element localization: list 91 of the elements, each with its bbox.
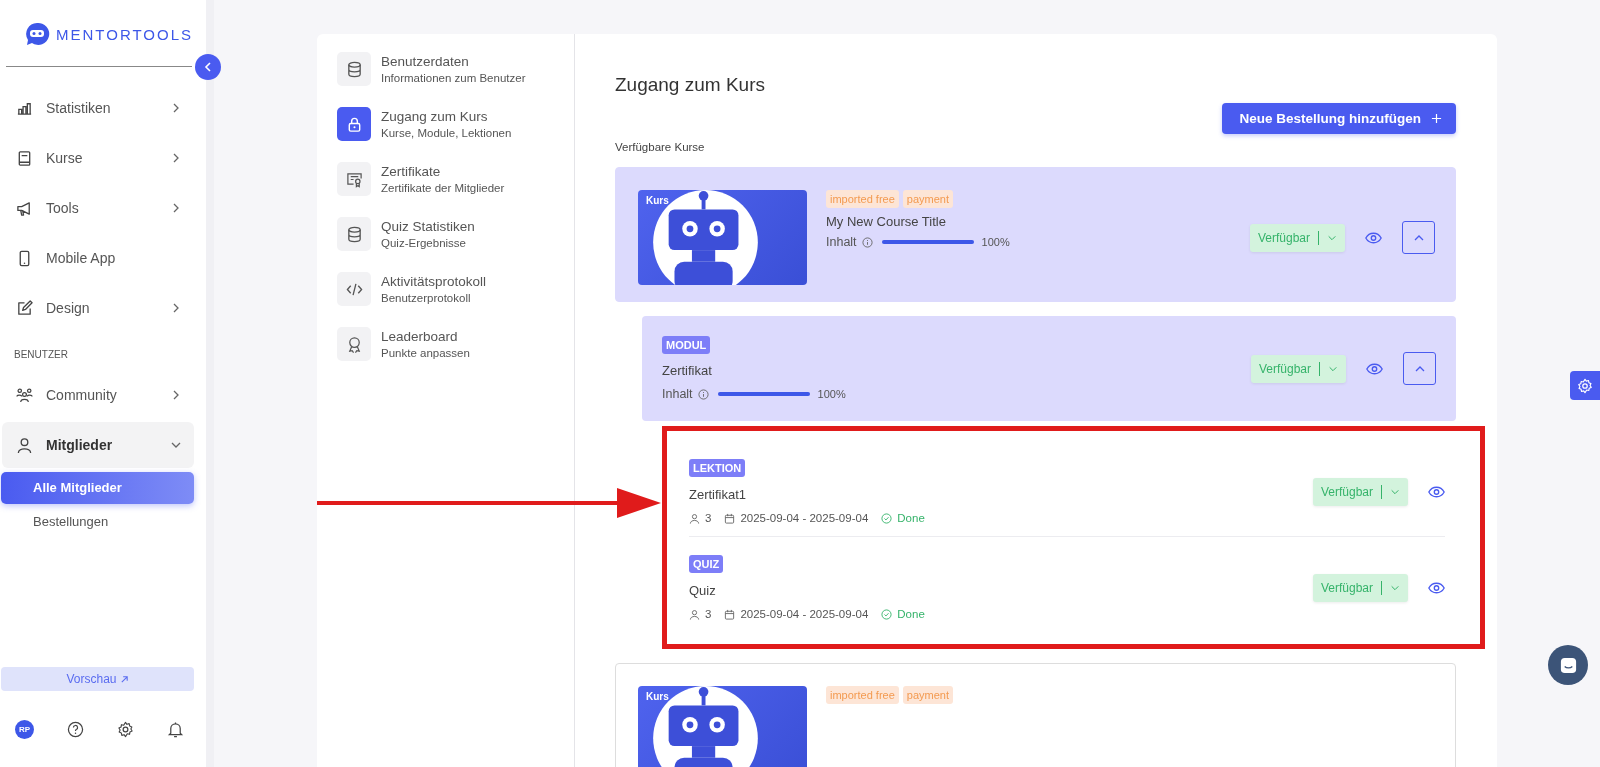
menu-item-subtitle: Quiz-Ergebnisse (381, 237, 467, 249)
chat-button[interactable] (1548, 645, 1588, 685)
sidebar-item[interactable]: Statistiken (2, 85, 194, 131)
submenu-item[interactable]: Alle Mitglieder (1, 472, 194, 504)
settings-button[interactable] (1570, 371, 1600, 400)
sidebar-item[interactable]: Kurse (2, 135, 194, 181)
participant-count: 3 (705, 608, 712, 620)
progress-label: Inhalt (826, 235, 857, 249)
member-menu-item[interactable]: Leaderboard Punkte anpassen (337, 327, 574, 361)
completion-status: Done (897, 608, 925, 620)
robot-logo-icon (24, 21, 50, 47)
tag: payment (902, 686, 953, 704)
section-title: Zugang zum Kurs (615, 74, 766, 96)
type-badge: MODUL (662, 336, 711, 354)
tag: imported free (826, 190, 899, 208)
check-circle-icon (881, 512, 893, 524)
settings-icon[interactable] (117, 720, 134, 738)
check-circle-icon (881, 608, 893, 620)
megaphone-icon (16, 199, 33, 217)
calendar-icon (724, 608, 736, 620)
book-icon (16, 149, 33, 167)
people-icon (16, 386, 33, 404)
sidebar-item[interactable]: Mobile App (2, 235, 194, 281)
menu-item-title: Quiz Statistiken (381, 219, 475, 234)
module-title: Zertifikat (662, 363, 712, 378)
sidebar-item[interactable]: Design (2, 285, 194, 331)
course-title: My New Course Title (826, 214, 947, 229)
type-badge: QUIZ (689, 555, 724, 573)
calendar-icon (724, 512, 736, 524)
menu-item-subtitle: Punkte anpassen (381, 347, 470, 359)
section-label: BENUTZER (13, 348, 69, 362)
member-menu-item[interactable]: Zertifikate Zertifikate der Mitglieder (337, 162, 574, 196)
chevron-left-icon (202, 61, 214, 73)
thumbnail-label: Kurs (646, 691, 669, 702)
eye-icon[interactable] (1365, 231, 1382, 244)
menu-item-title: Aktivitätsprotokoll (381, 274, 487, 289)
logo-text: MENTORTOOLS (56, 25, 194, 43)
submenu-item[interactable]: Bestellungen (1, 506, 194, 538)
eye-icon[interactable] (1428, 485, 1445, 498)
member-menu-item[interactable]: Quiz Statistiken Quiz-Ergebnisse (337, 217, 574, 251)
chat-icon (1558, 655, 1578, 675)
menu-item-subtitle: Informationen zum Benutzer (381, 72, 526, 84)
add-order-button[interactable]: Neue Bestellung hinzufügen (1222, 103, 1456, 134)
settings-icon (1577, 377, 1593, 394)
menu-item-title: Zugang zum Kurs (381, 109, 489, 124)
menu-item-title: Zertifikate (381, 164, 442, 179)
member-menu-item[interactable]: Zugang zum Kurs Kurse, Module, Lektionen (337, 107, 574, 141)
member-menu-item[interactable]: Aktivitätsprotokoll Benutzerprotokoll (337, 272, 574, 306)
user-avatar[interactable]: RP (15, 719, 34, 739)
external-link-icon (119, 674, 129, 684)
list-label: Verfügbare Kurse (615, 141, 706, 153)
menu-item-subtitle: Kurse, Module, Lektionen (381, 127, 512, 139)
menu-item-title: Benutzerdaten (381, 54, 470, 69)
type-badge: LEKTION (689, 459, 746, 477)
member-menu-item[interactable]: Benutzerdaten Informationen zum Benutzer (337, 52, 574, 86)
progress-reading: 100% (981, 236, 1010, 248)
eye-icon[interactable] (1428, 581, 1445, 594)
collapse-button[interactable] (1402, 221, 1435, 254)
info-icon (861, 236, 873, 248)
lesson-title: Zertifikat1 (689, 487, 747, 502)
menu-item-subtitle: Benutzerprotokoll (381, 292, 472, 304)
collapse-sidebar-button[interactable] (195, 54, 221, 80)
database-icon (345, 225, 363, 243)
menu-item-title: Leaderboard (381, 329, 459, 344)
person-icon (689, 608, 700, 620)
menu-item-subtitle: Zertifikate der Mitglieder (381, 182, 505, 194)
participant-count: 3 (705, 512, 712, 524)
sidebar-item[interactable]: Tools (2, 185, 194, 231)
thumbnail-label: Kurs (646, 195, 669, 206)
database-icon (345, 60, 363, 78)
sidebar-item[interactable]: Community (2, 372, 194, 418)
eye-icon[interactable] (1366, 362, 1383, 375)
collapse-button[interactable] (1403, 352, 1436, 385)
sidebar-item[interactable]: Mitglieder (2, 422, 194, 468)
tag: imported free (826, 686, 899, 704)
bell-icon[interactable] (167, 720, 184, 738)
lesson-title: Quiz (689, 583, 716, 598)
plus-icon (1431, 113, 1442, 124)
progress-reading: 100% (817, 388, 846, 400)
certificate-icon (345, 170, 363, 188)
pencil-icon (16, 299, 33, 317)
person-icon (16, 436, 33, 454)
person-icon (689, 512, 700, 524)
preview-button[interactable]: Vorschau (1, 667, 194, 691)
info-icon (697, 388, 709, 400)
date-range: 2025-09-04 - 2025-09-04 (740, 608, 869, 620)
help-icon[interactable] (67, 720, 84, 738)
progress-label: Inhalt (662, 387, 693, 401)
completion-status: Done (897, 512, 925, 524)
tag: payment (902, 190, 953, 208)
date-range: 2025-09-04 - 2025-09-04 (740, 512, 869, 524)
